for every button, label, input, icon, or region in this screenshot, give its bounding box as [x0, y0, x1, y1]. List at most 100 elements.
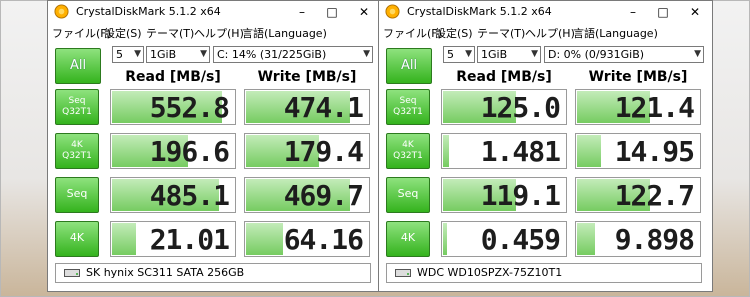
- read-result-cell: 552.8: [110, 89, 236, 125]
- size-select[interactable]: 1GiB ▼: [477, 46, 541, 63]
- write-result-value: 469.7: [283, 179, 364, 212]
- test-label: Seq: [66, 187, 88, 200]
- drive-name: SK hynix SC311 SATA 256GB: [86, 266, 245, 279]
- minimize-icon[interactable]: –: [288, 1, 316, 23]
- read-result-bar: [443, 223, 447, 255]
- window-left: CrystalDiskMark 5.1.2 x64 – □ ✕ ファイル(F) …: [47, 0, 382, 292]
- minimize-icon[interactable]: –: [619, 1, 647, 23]
- test-sublabel: Q32T1: [393, 107, 423, 117]
- maximize-icon[interactable]: □: [318, 1, 346, 23]
- read-header: Read [MB/s]: [456, 69, 552, 85]
- write-result-cell: 14.95: [575, 133, 701, 169]
- test-button-row-0[interactable]: Seq Q32T1: [55, 89, 99, 125]
- chevron-down-icon: ▼: [363, 49, 370, 59]
- menu-theme[interactable]: テーマ(T): [146, 25, 194, 41]
- size-select[interactable]: 1GiB ▼: [146, 46, 210, 63]
- read-result-cell: 1.481: [441, 133, 567, 169]
- drive-select[interactable]: D: 0% (0/931GiB) ▼: [544, 46, 704, 63]
- test-label: 4K: [400, 231, 416, 244]
- test-button-row-3[interactable]: 4K: [55, 221, 99, 257]
- menu-help[interactable]: ヘルプ(H): [194, 25, 244, 41]
- hard-drive-icon: [395, 269, 411, 277]
- menu-bar: ファイル(F) 設定(S) テーマ(T) ヘルプ(H) 言語(Language): [379, 23, 712, 41]
- title-bar[interactable]: CrystalDiskMark 5.1.2 x64 – □ ✕: [48, 1, 381, 23]
- count-select[interactable]: 5 ▼: [443, 46, 475, 63]
- write-result-cell: 474.1: [244, 89, 370, 125]
- read-header: Read [MB/s]: [125, 69, 221, 85]
- read-result-cell: 485.1: [110, 177, 236, 213]
- write-result-bar: [246, 223, 283, 255]
- menu-help[interactable]: ヘルプ(H): [525, 25, 575, 41]
- count-select[interactable]: 5 ▼: [112, 46, 144, 63]
- count-value: 5: [116, 48, 123, 61]
- write-result-cell: 121.4: [575, 89, 701, 125]
- close-icon[interactable]: ✕: [350, 1, 378, 23]
- chevron-down-icon: ▼: [200, 49, 207, 59]
- read-result-cell: 0.459: [441, 221, 567, 257]
- test-button-row-0[interactable]: Seq Q32T1: [386, 89, 430, 125]
- write-result-cell: 64.16: [244, 221, 370, 257]
- test-button-row-1[interactable]: 4K Q32T1: [55, 133, 99, 169]
- test-button-row-1[interactable]: 4K Q32T1: [386, 133, 430, 169]
- test-label: Seq: [68, 96, 86, 106]
- size-value: 1GiB: [481, 48, 508, 61]
- crystaldiskmark-icon: [385, 4, 400, 19]
- drive-select[interactable]: C: 14% (31/225GiB) ▼: [213, 46, 373, 63]
- chevron-down-icon: ▼: [134, 49, 141, 59]
- read-result-bar: [112, 223, 136, 255]
- read-result-bar: [443, 135, 449, 167]
- write-result-value: 9.898: [614, 223, 695, 256]
- menu-file[interactable]: ファイル(F): [383, 25, 442, 41]
- read-result-cell: 125.0: [441, 89, 567, 125]
- test-sublabel: Q32T1: [393, 151, 423, 161]
- menu-language[interactable]: 言語(Language): [242, 25, 327, 41]
- test-label: 4K: [69, 231, 85, 244]
- write-result-value: 122.7: [614, 179, 695, 212]
- read-result-value: 1.481: [480, 135, 561, 168]
- read-result-value: 485.1: [149, 179, 230, 212]
- maximize-icon[interactable]: □: [649, 1, 677, 23]
- menu-file[interactable]: ファイル(F): [52, 25, 111, 41]
- test-button-row-2[interactable]: Seq: [55, 177, 99, 213]
- read-result-cell: 119.1: [441, 177, 567, 213]
- close-icon[interactable]: ✕: [681, 1, 709, 23]
- read-result-value: 21.01: [149, 223, 230, 256]
- menu-language[interactable]: 言語(Language): [573, 25, 658, 41]
- write-result-bar: [577, 135, 601, 167]
- crystaldiskmark-icon: [54, 4, 69, 19]
- write-header: Write [MB/s]: [588, 69, 688, 85]
- chevron-down-icon: ▼: [694, 49, 701, 59]
- write-result-value: 179.4: [283, 135, 364, 168]
- main-panel: 5 ▼ 1GiB ▼ C: 14% (31/225GiB) ▼ All Read [M…: [48, 41, 381, 291]
- drive-name: WDC WD10SPZX-75Z10T1: [417, 266, 563, 279]
- write-result-bar: [577, 223, 595, 255]
- menu-bar: ファイル(F) 設定(S) テーマ(T) ヘルプ(H) 言語(Language): [48, 23, 381, 41]
- size-value: 1GiB: [150, 48, 177, 61]
- write-result-cell: 179.4: [244, 133, 370, 169]
- drive-name-field[interactable]: SK hynix SC311 SATA 256GB: [55, 263, 371, 283]
- all-button[interactable]: All: [386, 48, 432, 84]
- chevron-down-icon: ▼: [531, 49, 538, 59]
- title-bar[interactable]: CrystalDiskMark 5.1.2 x64 – □ ✕: [379, 1, 712, 23]
- read-result-value: 119.1: [480, 179, 561, 212]
- write-result-value: 121.4: [614, 91, 695, 124]
- all-button[interactable]: All: [55, 48, 101, 84]
- test-label: Seq: [397, 187, 419, 200]
- test-button-row-3[interactable]: 4K: [386, 221, 430, 257]
- menu-settings[interactable]: 設定(S): [435, 25, 473, 41]
- write-result-value: 64.16: [283, 223, 364, 256]
- write-result-cell: 122.7: [575, 177, 701, 213]
- menu-theme[interactable]: テーマ(T): [477, 25, 525, 41]
- test-button-row-2[interactable]: Seq: [386, 177, 430, 213]
- test-sublabel: Q32T1: [62, 107, 92, 117]
- write-result-cell: 9.898: [575, 221, 701, 257]
- window-right: CrystalDiskMark 5.1.2 x64 – □ ✕ ファイル(F) …: [378, 0, 713, 292]
- window-title: CrystalDiskMark 5.1.2 x64: [76, 5, 221, 18]
- read-result-value: 196.6: [149, 135, 230, 168]
- write-result-value: 14.95: [614, 135, 695, 168]
- read-result-value: 0.459: [480, 223, 561, 256]
- read-result-cell: 21.01: [110, 221, 236, 257]
- menu-settings[interactable]: 設定(S): [104, 25, 142, 41]
- test-sublabel: Q32T1: [62, 151, 92, 161]
- drive-name-field[interactable]: WDC WD10SPZX-75Z10T1: [386, 263, 702, 283]
